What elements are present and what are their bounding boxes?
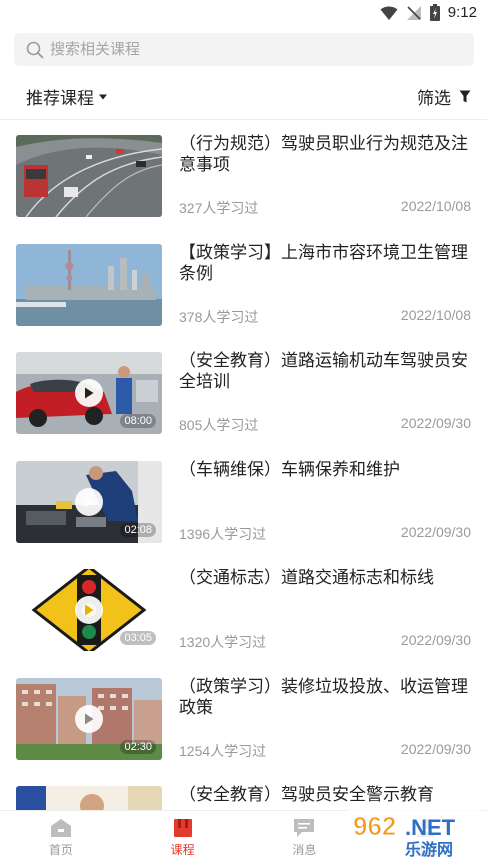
shanghai-skyline-image [16, 243, 162, 326]
course-item[interactable]: 03:05 （交通标志）道路交通标志和标线 1320人学习过 2022/09/3… [0, 555, 487, 664]
course-item[interactable]: （行为规范）驾驶员职业行为规范及注意事项 327人学习过 2022/10/08 [0, 121, 487, 230]
status-bar: 9:12 [0, 0, 487, 28]
svg-text:乐游网: 乐游网 [405, 840, 453, 859]
sort-dropdown[interactable]: 推荐课程 [26, 84, 108, 109]
course-thumbnail: 02:30 [16, 677, 162, 760]
course-item[interactable]: 【政策学习】上海市市容环境卫生管理条例 378人学习过 2022/10/08 [0, 230, 487, 339]
course-date: 2022/09/30 [400, 523, 471, 540]
course-list: （行为规范）驾驶员职业行为规范及注意事项 327人学习过 2022/10/08 … [0, 121, 487, 865]
play-button[interactable] [75, 596, 103, 624]
course-date: 2022/10/08 [400, 198, 471, 214]
filter-label: 筛选 [417, 89, 451, 108]
learner-count: 1396人学习过 [179, 525, 267, 542]
learner-count: 805人学习过 [179, 417, 259, 433]
learner-count: 1320人学习过 [179, 634, 267, 650]
search-bar[interactable] [14, 33, 474, 66]
video-duration: 02:08 [120, 522, 156, 537]
course-thumbnail: 02:08 [16, 460, 162, 543]
course-meta: 327人学习过 2022/10/08 [179, 198, 471, 218]
play-icon [85, 496, 94, 507]
course-title: （政策学习）装修垃圾投放、收运管理政策 [179, 676, 468, 717]
course-item[interactable]: 08:00 （安全教育）道路运输机动车驾驶员安全培训 805人学习过 2022/… [0, 338, 487, 447]
filter-button[interactable]: 筛选 [417, 84, 471, 109]
course-meta: 1396人学习过 2022/09/30 [179, 524, 471, 544]
status-icons: 9:12 [380, 4, 477, 21]
course-title: （车辆维保）车辆保养和维护 [179, 459, 400, 479]
course-title: （安全教育）驾驶员安全警示教育 [179, 785, 434, 804]
course-meta: 1254人学习过 2022/09/30 [179, 741, 471, 761]
course-title: 【政策学习】上海市市容环境卫生管理条例 [179, 242, 468, 283]
sort-label: 推荐课程 [26, 89, 94, 108]
learner-count: 327人学习过 [179, 200, 259, 216]
battery-icon [429, 4, 440, 21]
nav-courses-label: 课程 [170, 843, 195, 857]
video-duration: 03:05 [120, 631, 156, 645]
course-date: 2022/09/30 [400, 740, 471, 757]
filter-row: 推荐课程 筛选 [0, 74, 487, 120]
learner-count: 1254人学习过 [179, 742, 267, 759]
play-icon [85, 387, 94, 399]
search-icon [26, 41, 44, 58]
caret-down-icon [99, 94, 107, 99]
course-date: 2022/10/08 [400, 306, 471, 323]
course-meta: 378人学习过 2022/10/08 [179, 307, 471, 327]
status-time: 9:12 [447, 4, 477, 21]
play-button[interactable] [75, 704, 103, 733]
site-watermark-logo: 962 .NET 乐游网 [347, 807, 479, 861]
course-title: （行为规范）驾驶员职业行为规范及注意事项 [179, 134, 468, 174]
course-thumbnail: 03:05 [16, 569, 162, 651]
course-date: 2022/09/30 [400, 632, 471, 648]
course-item[interactable]: 02:30 （政策学习）装修垃圾投放、收运管理政策 1254人学习过 2022/… [0, 664, 487, 773]
video-duration: 02:30 [120, 739, 156, 754]
course-title: （安全教育）道路运输机动车驾驶员安全培训 [179, 351, 468, 391]
funnel-icon [459, 90, 471, 103]
nav-messages-label: 消息 [292, 843, 317, 857]
video-duration: 08:00 [120, 414, 156, 428]
course-meta: 805人学习过 2022/09/30 [179, 415, 471, 435]
course-date: 2022/09/30 [400, 415, 471, 431]
svg-text:.NET: .NET [405, 815, 456, 840]
message-icon [294, 819, 315, 837]
home-icon [50, 819, 71, 837]
course-item[interactable]: 02:08 （车辆维保）车辆保养和维护 1396人学习过 2022/09/30 [0, 447, 487, 556]
nav-home-label: 首页 [48, 843, 73, 857]
play-icon [85, 713, 94, 724]
course-book-icon [173, 819, 192, 837]
play-button[interactable] [75, 487, 103, 516]
nav-home[interactable]: 首页 [0, 811, 122, 865]
search-input[interactable] [50, 41, 430, 58]
learner-count: 378人学习过 [179, 308, 259, 325]
course-thumbnail [16, 243, 162, 326]
no-signal-icon [406, 5, 421, 20]
course-title: （交通标志）道路交通标志和标线 [179, 568, 434, 587]
wifi-icon [380, 6, 398, 20]
play-button[interactable] [75, 379, 103, 407]
svg-text:962: 962 [353, 811, 396, 841]
course-thumbnail [16, 135, 162, 217]
nav-courses[interactable]: 课程 [122, 811, 244, 865]
highway-traffic-image [16, 135, 162, 217]
play-icon [85, 604, 94, 616]
course-thumbnail: 08:00 [16, 352, 162, 434]
course-meta: 1320人学习过 2022/09/30 [179, 632, 471, 652]
